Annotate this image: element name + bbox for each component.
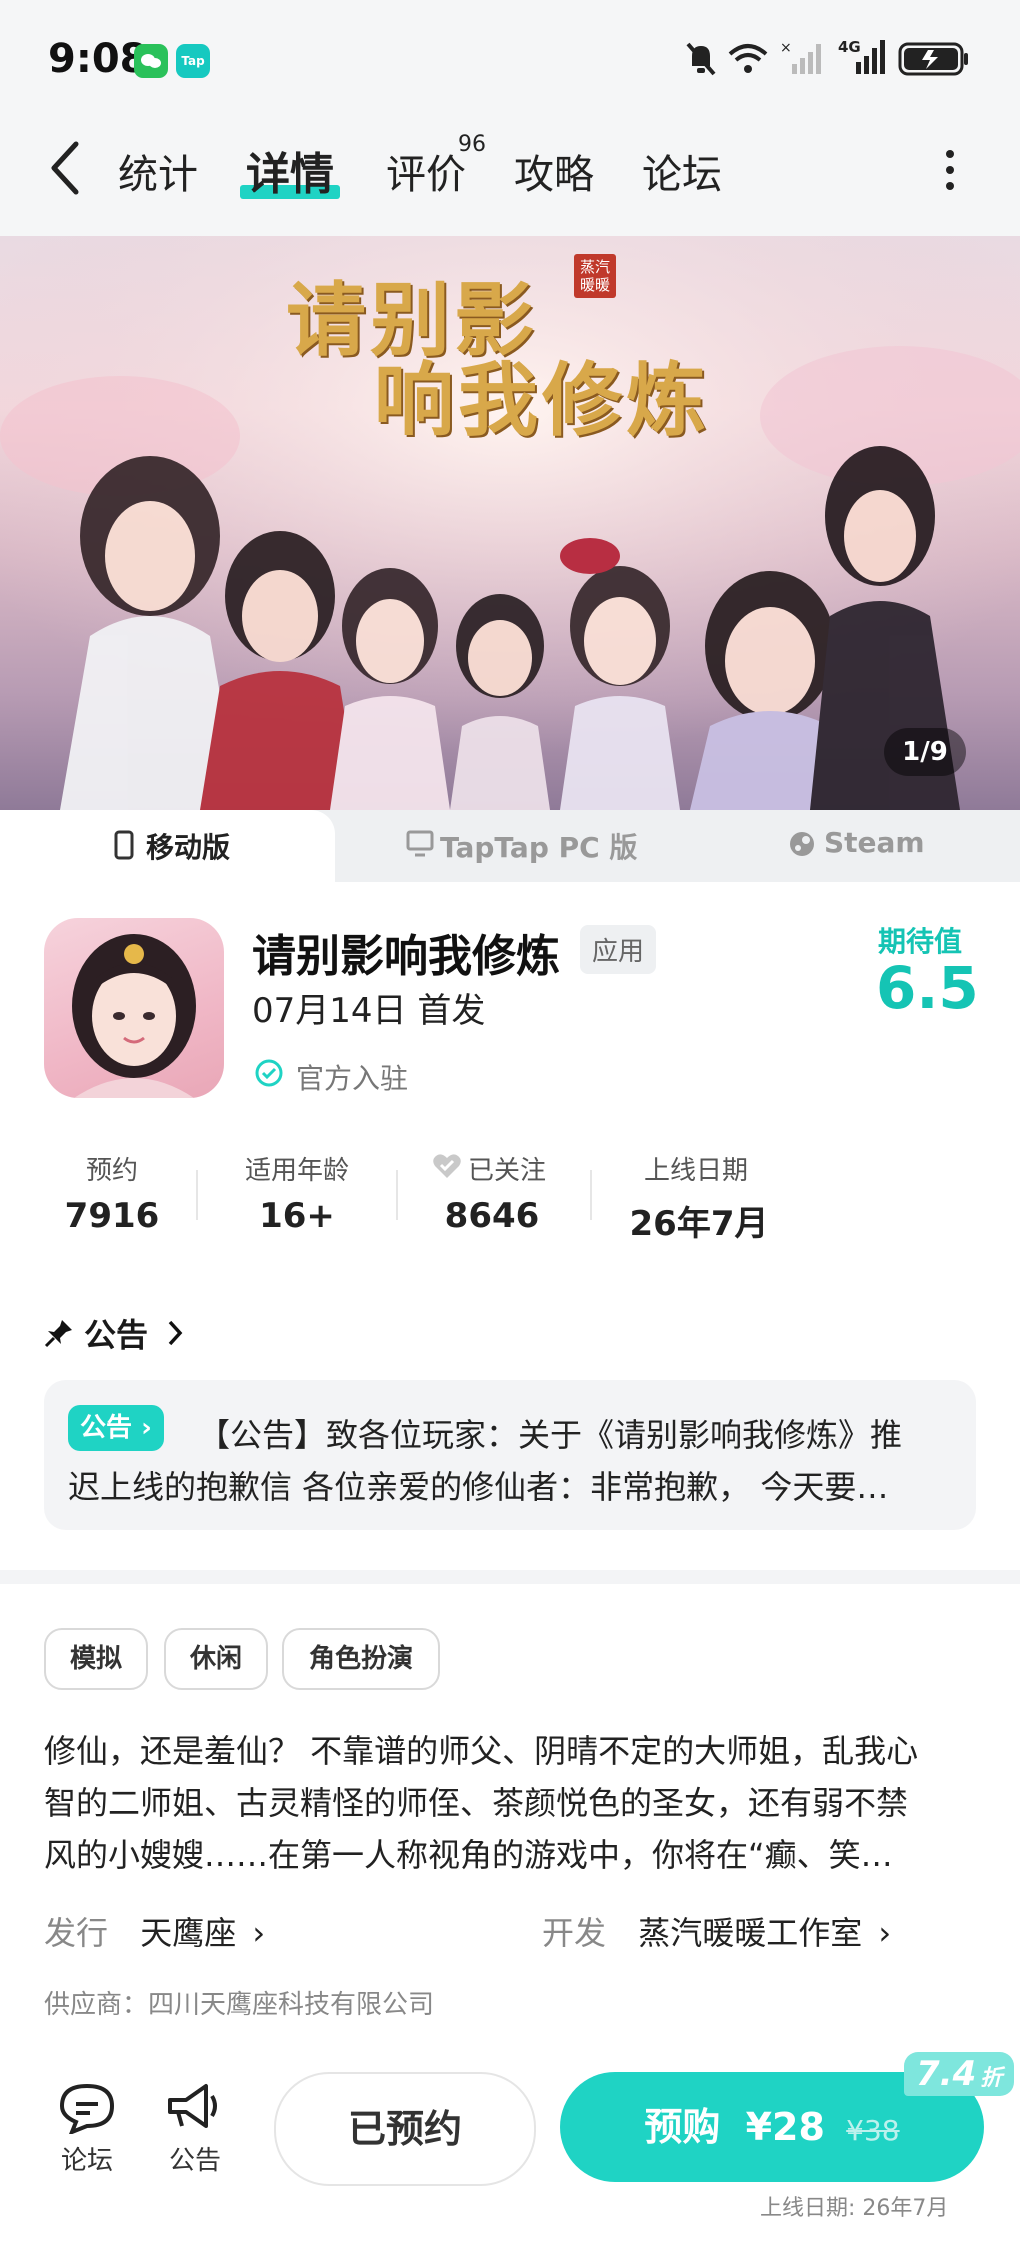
stat-follow-label[interactable]: 已关注 — [468, 1150, 558, 1187]
verified-icon — [254, 1058, 284, 1092]
platform-steam-tab[interactable]: Steam — [824, 826, 925, 859]
phone-icon — [114, 830, 134, 864]
stat-divider — [590, 1170, 592, 1220]
svg-text:×: × — [780, 40, 792, 56]
wechat-icon — [134, 44, 168, 78]
taptap-icon: Tap — [176, 44, 210, 78]
genre-tag[interactable]: 休闲 — [164, 1628, 268, 1690]
preorder-label: 预购 — [644, 2105, 721, 2149]
network-type: 4G — [838, 38, 861, 56]
stat-follow-value: 8646 — [444, 1196, 540, 1236]
chevron-right-icon: › — [141, 1413, 152, 1443]
notice-shortcut-label[interactable]: 公告 — [162, 2140, 228, 2177]
banner-counter: 1/9 — [884, 728, 966, 776]
tab-reviews[interactable]: 评价 — [386, 142, 466, 200]
discount-badge: 7.4 折 — [904, 2052, 1015, 2096]
notice-text-line2: 迟上线的抱歉信 各位亲爱的修仙者：非常抱歉， 今天要… — [68, 1468, 889, 1506]
stat-divider — [196, 1170, 198, 1220]
more-menu-icon[interactable] — [940, 148, 960, 196]
stat-launch-value: 26年7月 — [629, 1204, 769, 1244]
original-price: ¥38 — [846, 2114, 900, 2147]
launch-date-note: 上线日期: 26年7月 — [760, 2196, 949, 2221]
heart-icon — [432, 1152, 462, 1184]
mute-icon — [684, 40, 718, 80]
genre-tag[interactable]: 角色扮演 — [282, 1628, 440, 1690]
discount-unit: 折 — [980, 2066, 1003, 2091]
tab-guides[interactable]: 攻略 — [514, 142, 594, 200]
pc-icon[interactable] — [406, 830, 434, 862]
release-date: 07月14日 首发 — [252, 991, 486, 1031]
wifi-icon — [728, 42, 768, 78]
stat-reservations-label: 预约 — [85, 1156, 138, 1186]
stat-age-value: 16+ — [259, 1196, 335, 1236]
chevron-right-icon: › — [878, 1914, 892, 1952]
reviews-count-badge: 96 — [458, 132, 486, 157]
banner-title-line2: 响我修炼 — [374, 353, 710, 447]
publisher-name: 天鹰座 — [140, 1914, 237, 1952]
publisher-row[interactable]: 发行 天鹰座 › — [44, 1908, 265, 1954]
stat-divider — [396, 1170, 398, 1220]
section-divider — [0, 1570, 1020, 1584]
back-icon[interactable] — [48, 140, 82, 200]
notice-chip-label: 公告 — [80, 1413, 133, 1443]
developer-name: 蒸汽暖暖工作室 — [638, 1914, 863, 1952]
forum-label[interactable]: 论坛 — [54, 2140, 120, 2177]
platform-pc-tab[interactable]: TapTap PC 版 — [440, 826, 637, 866]
signal-icon-1: × — [780, 40, 826, 80]
tab-detail[interactable]: 详情 — [246, 138, 334, 202]
notice-text-line1: 【公告】致各位玩家：关于《请别影响我修炼》推 — [198, 1416, 903, 1454]
description-line[interactable]: 风的小嫂嫂……在第一人称视角的游戏中，你将在“癫、笑… — [44, 1830, 984, 1876]
tab-forum[interactable]: 论坛 — [642, 142, 722, 200]
steam-icon[interactable] — [788, 830, 816, 862]
notice-header[interactable]: 公告 — [84, 1310, 148, 1356]
platform-mobile-label: 移动版 — [146, 831, 231, 864]
genre-tag[interactable]: 模拟 — [44, 1628, 148, 1690]
forum-icon[interactable] — [58, 2082, 116, 2138]
banner-carousel[interactable]: 请别影 响我修炼 蒸汽暖暖 1/9 — [0, 236, 1020, 810]
pin-icon — [44, 1318, 74, 1352]
supplier-text: 供应商：四川天鹰座科技有限公司 — [44, 1990, 435, 2020]
banner-seal: 蒸汽暖暖 — [574, 254, 616, 298]
signal-icon-2: 4G — [838, 38, 888, 80]
megaphone-icon[interactable] — [164, 2080, 224, 2138]
stat-reservations-value: 7916 — [64, 1196, 160, 1236]
stat-age-label: 适用年龄 — [244, 1156, 349, 1186]
battery-icon — [898, 42, 970, 80]
app-type-tag: 应用 — [580, 925, 657, 974]
official-label: 官方入驻 — [296, 1062, 409, 1095]
chevron-right-icon[interactable] — [166, 1318, 184, 1352]
status-time: 9:08 — [48, 36, 148, 82]
stat-launch-label: 上线日期 — [643, 1156, 748, 1186]
reserved-button[interactable]: 已预约 — [274, 2072, 536, 2186]
developer-row[interactable]: 开发 蒸汽暖暖工作室 › — [542, 1908, 891, 1954]
publisher-label: 发行 — [44, 1914, 109, 1952]
app-icon — [44, 918, 224, 1098]
chevron-right-icon: › — [252, 1914, 266, 1952]
app-name: 请别影响我修炼 — [252, 931, 560, 982]
description-line: 修仙，还是羞仙？ 不靠谱的师父、阴晴不定的大师姐，乱我心 — [44, 1732, 919, 1770]
discount-value: 7.4 — [916, 2054, 977, 2094]
expect-score: 6.5 — [876, 954, 979, 1022]
preorder-price: ¥28 — [745, 2105, 825, 2149]
notice-chip: 公告 › — [68, 1405, 164, 1451]
developer-label: 开发 — [542, 1914, 607, 1952]
description-line: 智的二师姐、古灵精怪的师侄、茶颜悦色的圣女，还有弱不禁 — [44, 1784, 909, 1822]
tab-stats[interactable]: 统计 — [118, 142, 198, 200]
